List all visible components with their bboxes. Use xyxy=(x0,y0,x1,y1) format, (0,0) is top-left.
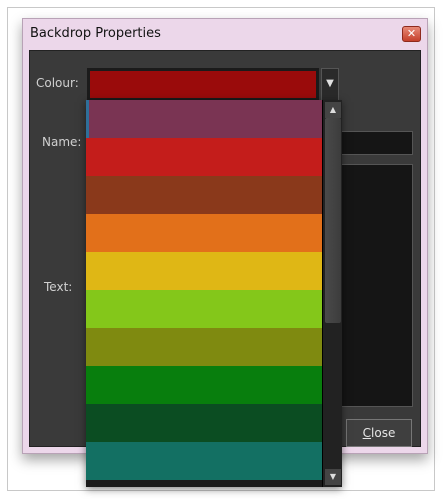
arrow-down-icon[interactable]: ▼ xyxy=(325,469,341,485)
colour-label: Colour: xyxy=(36,76,79,90)
dialog-title: Backdrop Properties xyxy=(30,26,161,41)
colour-option[interactable] xyxy=(86,100,322,138)
titlebar: Backdrop Properties ✕ xyxy=(23,19,427,49)
colour-option[interactable] xyxy=(86,442,322,480)
text-label: Text: xyxy=(44,280,73,294)
colour-option[interactable] xyxy=(86,252,322,290)
close-icon[interactable]: ✕ xyxy=(402,26,421,42)
scrollbar-thumb[interactable] xyxy=(325,118,341,323)
close-button-mnemonic: C xyxy=(362,426,372,440)
colour-option[interactable] xyxy=(86,214,322,252)
colour-option[interactable] xyxy=(86,138,322,176)
colour-dropdown-list: ▲ ▼ xyxy=(86,100,342,487)
colour-option[interactable] xyxy=(86,176,322,214)
colour-option[interactable] xyxy=(86,404,322,442)
colour-option[interactable] xyxy=(86,328,322,366)
focus-indicator xyxy=(86,100,89,138)
name-label: Name: xyxy=(42,135,82,149)
dropdown-scrollbar[interactable]: ▲ ▼ xyxy=(322,100,342,487)
colour-option[interactable] xyxy=(86,290,322,328)
colour-option[interactable] xyxy=(86,366,322,404)
close-button-label: lose xyxy=(371,426,396,440)
colour-select[interactable] xyxy=(87,68,319,101)
selected-colour-swatch xyxy=(90,71,316,98)
colour-options xyxy=(86,100,322,480)
chevron-down-icon[interactable]: ▼ xyxy=(321,68,339,101)
close-button[interactable]: Close xyxy=(346,419,412,447)
arrow-up-icon[interactable]: ▲ xyxy=(325,102,341,118)
